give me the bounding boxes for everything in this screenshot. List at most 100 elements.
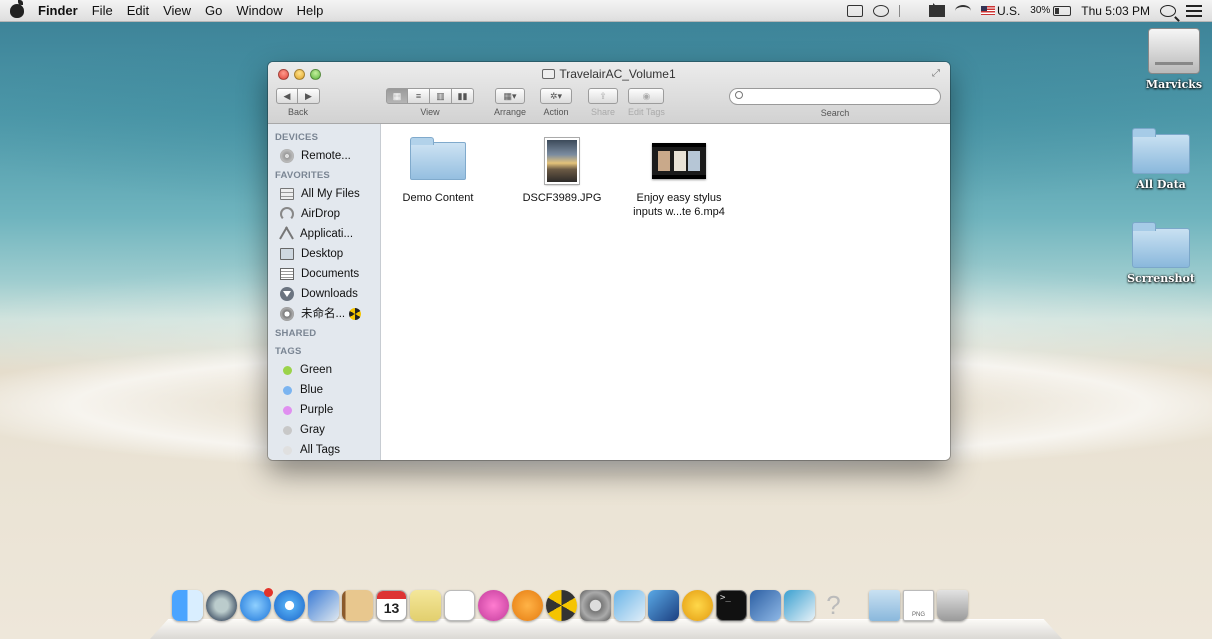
dock-reminders-icon[interactable] — [444, 590, 475, 621]
sidebar-item-airdrop[interactable]: AirDrop — [268, 204, 380, 224]
hard-drive-icon — [1148, 28, 1200, 74]
dock-w-app-icon[interactable] — [682, 590, 713, 621]
menu-go[interactable]: Go — [205, 3, 222, 18]
dock-ibooks-icon[interactable] — [512, 590, 543, 621]
input-source-menu[interactable]: U.S. — [980, 3, 1021, 18]
menu-app-name[interactable]: Finder — [38, 3, 78, 18]
file-item-demo-content[interactable]: Demo Content — [383, 136, 493, 205]
dock-app-store-icon[interactable] — [240, 588, 273, 621]
menu-edit[interactable]: Edit — [127, 3, 149, 18]
sidebar-item-label: Documents — [301, 268, 360, 280]
dock-folder-stack-icon[interactable] — [869, 590, 900, 621]
icon-view-button[interactable]: ▦ — [386, 88, 408, 104]
dock-screenshot-app-icon[interactable] — [784, 590, 815, 621]
notification-center-icon[interactable] — [1186, 4, 1202, 17]
sidebar-tag-green[interactable]: Green — [268, 360, 380, 380]
file-name: DSCF3989.JPG — [522, 192, 602, 204]
desktop-icon-label: Scrrenshot — [1127, 272, 1195, 285]
dock-system-preferences-icon[interactable] — [580, 590, 611, 621]
clock[interactable]: Thu 5:03 PM — [1081, 4, 1150, 18]
sidebar-tag-purple[interactable]: Purple — [268, 400, 380, 420]
sidebar-item-label: Remote... — [301, 150, 351, 162]
volume-icon[interactable] — [928, 2, 945, 17]
dock-terminal-icon[interactable] — [716, 590, 747, 621]
search-label: Search — [820, 108, 850, 118]
spotlight-search-icon[interactable] — [1160, 4, 1176, 17]
dock-itunes-icon[interactable] — [478, 590, 509, 621]
apple-menu-icon[interactable] — [10, 0, 24, 18]
menu-bar: Finder File Edit View Go Window Help U.S… — [0, 0, 1212, 22]
edit-tags-label: Edit Tags — [628, 107, 665, 117]
dock-utility-app-icon[interactable] — [750, 590, 781, 621]
dock-finder-icon[interactable] — [172, 590, 203, 621]
sidebar-tag-blue[interactable]: Blue — [268, 380, 380, 400]
dock-preview-icon[interactable] — [308, 590, 339, 621]
arrange-group: ▦▾ Arrange — [494, 88, 526, 117]
dock-calendar-icon[interactable]: 13 — [376, 590, 407, 621]
time-machine-icon[interactable] — [872, 4, 889, 17]
applications-icon — [280, 228, 293, 241]
sidebar-header-shared: SHARED — [275, 328, 317, 339]
file-item-video[interactable]: Enjoy easy stylus inputs w...te 6.mp4 — [624, 136, 734, 219]
battery-menu[interactable]: 30% — [1030, 5, 1072, 16]
dock-trash-icon[interactable] — [937, 590, 968, 621]
search-input[interactable] — [729, 88, 941, 105]
file-item-dscf3989[interactable]: DSCF3989.JPG — [507, 136, 617, 205]
tag-dot-icon — [283, 385, 292, 395]
file-browser-area[interactable]: Demo Content DSCF3989.JPG Enjoy easy sty… — [381, 124, 950, 460]
view-group: ▦ ≡ ▥ ▮▮ View — [386, 88, 474, 117]
arrange-button[interactable]: ▦▾ — [495, 88, 526, 104]
sidebar-item-label: Green — [300, 364, 332, 376]
menu-window[interactable]: Window — [236, 3, 282, 18]
radiation-icon — [349, 308, 362, 320]
dock-photo-app-icon[interactable] — [614, 590, 645, 621]
dock-notes-icon[interactable] — [410, 590, 441, 621]
menu-view[interactable]: View — [163, 3, 191, 18]
list-view-button[interactable]: ≡ — [408, 88, 430, 104]
sidebar-item-downloads[interactable]: Downloads — [268, 284, 380, 304]
coverflow-view-button[interactable]: ▮▮ — [452, 88, 474, 104]
edit-tags-button[interactable]: ◉ — [628, 88, 665, 104]
desktop-icon-marvicks[interactable]: Marvicks — [1134, 28, 1212, 91]
sidebar-item-remote[interactable]: Remote... — [268, 146, 380, 166]
file-name: Enjoy easy stylus inputs w...te 6.mp4 — [633, 192, 725, 218]
dock-launchpad-icon[interactable] — [206, 590, 237, 621]
airdrop-icon — [280, 207, 294, 221]
input-source-label: U.S. — [996, 3, 1021, 18]
dock: 13 ? — [150, 588, 1062, 639]
sidebar: DEVICES Remote... FAVORITES All My Files… — [268, 124, 381, 460]
all-files-icon — [280, 188, 294, 200]
share-label: Share — [590, 107, 616, 117]
desktop-icon-all-data[interactable]: All Data — [1121, 128, 1201, 191]
dock-safari-icon[interactable] — [274, 590, 305, 621]
photo-thumbnail — [545, 138, 579, 184]
menu-help[interactable]: Help — [297, 3, 324, 18]
window-titlebar[interactable]: TravelairAC_Volume1 ⤢ ◀ ▶ Back ▦ ≡ ▥ ▮▮ … — [268, 62, 950, 124]
dock-unknown-app-icon[interactable]: ? — [818, 590, 849, 621]
column-view-button[interactable]: ▥ — [430, 88, 452, 104]
fullscreen-icon[interactable]: ⤢ — [932, 68, 942, 79]
desktop-icon-scrrenshot[interactable]: Scrrenshot — [1121, 222, 1201, 285]
share-button[interactable]: ⇪ — [588, 88, 618, 104]
dock-png-file-icon[interactable] — [903, 590, 934, 621]
sidebar-item-external-drive[interactable]: 未命名... — [268, 304, 380, 324]
action-button[interactable]: ✲▾ — [540, 88, 572, 104]
airplay-icon[interactable] — [846, 4, 863, 17]
menu-file[interactable]: File — [92, 3, 113, 18]
bluetooth-icon[interactable] — [898, 4, 915, 17]
sidebar-tag-gray[interactable]: Gray — [268, 420, 380, 440]
dock-contacts-icon[interactable] — [342, 590, 373, 621]
sidebar-tag-all-tags[interactable]: All Tags — [268, 440, 380, 460]
wifi-icon[interactable] — [954, 4, 971, 17]
sidebar-item-all-my-files[interactable]: All My Files — [268, 184, 380, 204]
battery-icon — [1053, 5, 1072, 16]
sidebar-item-documents[interactable]: Documents — [268, 264, 380, 284]
tag-dot-icon — [283, 425, 292, 435]
sidebar-item-applications[interactable]: Applicati... — [268, 224, 380, 244]
back-button[interactable]: ◀ — [276, 88, 298, 104]
dock-radiation-app-icon[interactable] — [546, 590, 577, 621]
dock-xcode-icon[interactable] — [648, 590, 679, 621]
sidebar-item-desktop[interactable]: Desktop — [268, 244, 380, 264]
forward-button[interactable]: ▶ — [298, 88, 320, 104]
search-icon — [735, 91, 743, 99]
